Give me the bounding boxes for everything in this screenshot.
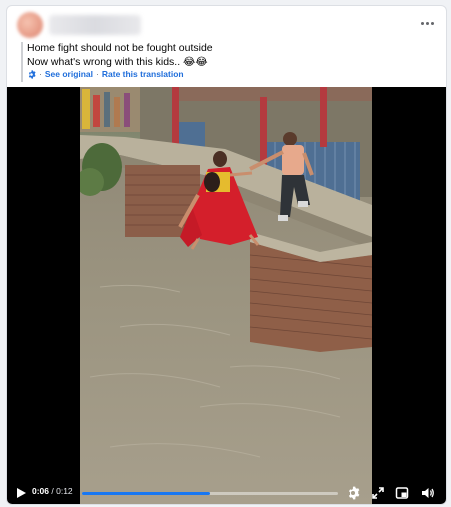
post-text-line-2: Now what's wrong with this kids.. 😂😂 [27, 55, 208, 68]
author-name-blurred[interactable] [49, 15, 141, 35]
expand-icon[interactable] [371, 486, 385, 500]
post-text-line-1: Home fight should not be fought outside [27, 42, 213, 54]
gear-icon[interactable] [346, 486, 360, 500]
play-icon[interactable] [15, 487, 27, 499]
avatar[interactable] [17, 12, 43, 38]
quote-divider [21, 42, 23, 82]
separator-dot: · [96, 69, 99, 79]
translation-row: · See original · Rate this translation [27, 68, 184, 80]
progress-fill [82, 492, 210, 495]
video-frame[interactable] [80, 87, 372, 504]
more-options-icon[interactable] [416, 15, 438, 31]
current-time: 0:06 [32, 486, 50, 496]
see-original-link[interactable]: See original [45, 69, 93, 79]
duration: 0:12 [56, 486, 73, 496]
volume-icon[interactable] [421, 486, 435, 500]
picture-in-picture-icon[interactable] [395, 486, 409, 500]
post-card: Home fight should not be fought outside … [6, 5, 447, 505]
post-text: Home fight should not be fought outside … [27, 42, 427, 69]
video-time: 0:06 / 0:12 [32, 486, 73, 496]
gear-icon [28, 69, 36, 79]
separator-dot: · [39, 69, 42, 79]
post-header [7, 6, 446, 42]
video-controls: 0:06 / 0:12 [7, 482, 446, 504]
progress-bar[interactable] [82, 492, 338, 495]
rate-translation-link[interactable]: Rate this translation [102, 69, 184, 79]
video-player[interactable]: 0:06 / 0:12 [7, 87, 446, 504]
